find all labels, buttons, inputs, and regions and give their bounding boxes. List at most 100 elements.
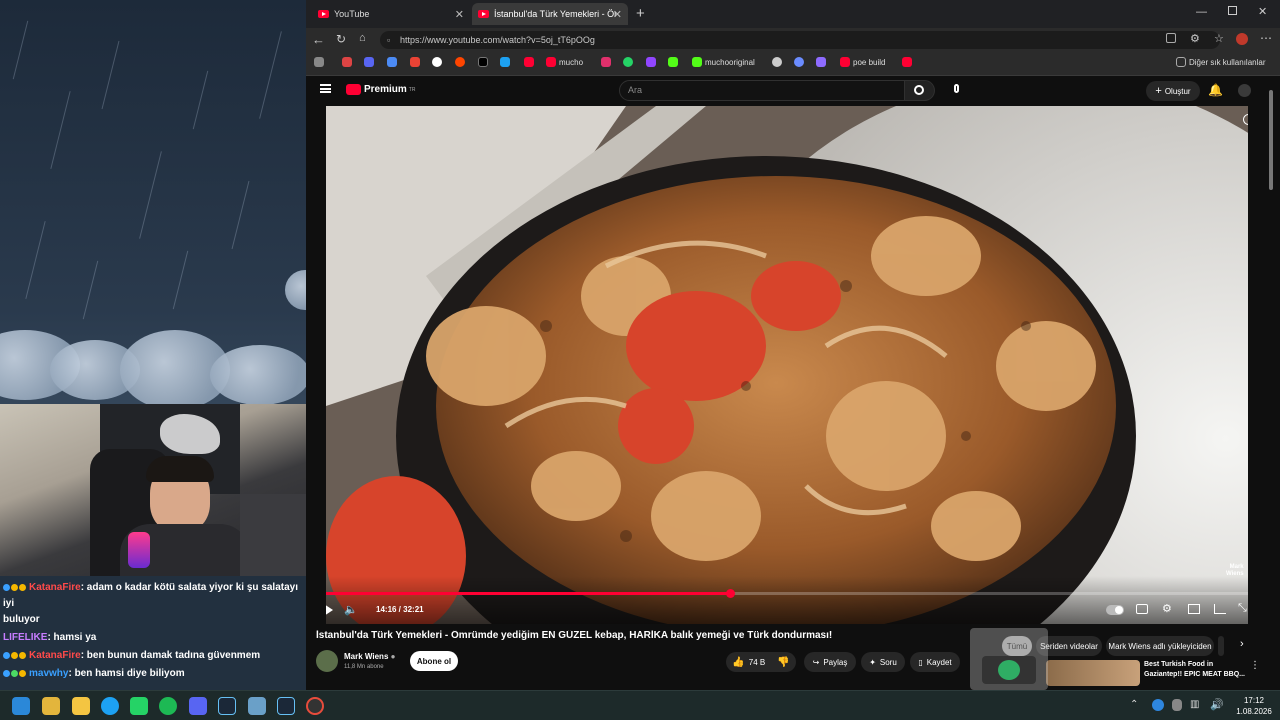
reload-icon[interactable]: ↻ [336, 32, 346, 46]
obs-icon[interactable] [306, 697, 324, 715]
edge-icon[interactable] [101, 697, 119, 715]
extensions-icon[interactable] [1166, 33, 1176, 43]
bookmark-label: muchooriginal [705, 57, 755, 67]
like-icon[interactable]: 👍 [732, 657, 744, 668]
bookmark-icon[interactable] [387, 57, 397, 67]
back-icon[interactable]: ← [312, 32, 325, 47]
google-icon[interactable] [432, 57, 442, 67]
youtube-icon [478, 10, 489, 18]
bookmark-icon[interactable] [342, 57, 352, 67]
start-icon[interactable] [12, 697, 30, 715]
video-info: İstanbul'da Türk Yemekleri - Ömrümde yed… [306, 626, 1280, 690]
steam-icon[interactable] [277, 697, 295, 715]
video-player[interactable]: i Mark Wiens 🔈 14:16 / 32:21 ⚙ ⤡ [326, 106, 1248, 624]
calendar-app-icon[interactable] [42, 697, 60, 715]
menu-icon[interactable] [320, 84, 331, 93]
search-button[interactable] [905, 80, 935, 101]
tab-title: İstanbul'da Türk Yemekleri - Ömrü [494, 9, 616, 19]
close-tab-icon[interactable]: ✕ [455, 8, 464, 21]
ask-button[interactable]: ✦ Soru [861, 652, 905, 672]
avatar[interactable] [1238, 84, 1251, 97]
x-icon[interactable] [478, 57, 488, 67]
tab-youtube[interactable]: YouTube ✕ [312, 3, 470, 25]
profile-icon[interactable] [1236, 33, 1248, 45]
spotify-icon[interactable] [159, 697, 177, 715]
steam-icon[interactable] [218, 697, 236, 715]
discord-icon[interactable] [189, 697, 207, 715]
tray-chevron-up-icon[interactable]: ⌃ [1130, 699, 1138, 710]
tray-app-icon[interactable] [1152, 699, 1164, 711]
network-icon[interactable]: ▥ [1190, 699, 1199, 710]
home-icon[interactable]: ⌂ [359, 32, 366, 44]
miniplayer-icon[interactable] [1188, 604, 1200, 614]
maximize-icon[interactable] [1228, 6, 1237, 15]
notifications-icon[interactable]: 🔔 [1208, 83, 1223, 97]
bookmark-icon[interactable] [314, 57, 324, 67]
whatsapp-icon[interactable] [130, 697, 148, 715]
scrollbar-thumb[interactable] [1269, 90, 1273, 190]
bookmark-icon[interactable] [500, 57, 510, 67]
collections-icon[interactable]: ⚙ [1190, 32, 1200, 45]
close-window-icon[interactable]: ✕ [1258, 5, 1267, 18]
bookmark-icon[interactable] [794, 57, 804, 67]
discord-icon[interactable] [364, 57, 374, 67]
subtitles-icon[interactable] [1136, 604, 1148, 614]
subscribe-button[interactable]: Abone ol [410, 651, 458, 671]
fullscreen-icon[interactable]: ⤡ [1238, 602, 1247, 615]
youtube-icon[interactable] [902, 57, 912, 67]
like-count[interactable]: 74 B [749, 658, 765, 667]
minimize-icon[interactable]: — [1196, 6, 1207, 18]
search-input[interactable]: Ara [619, 80, 905, 101]
volume-icon[interactable]: 🔈 [344, 603, 358, 616]
autoplay-toggle[interactable] [1106, 605, 1124, 615]
settings-icon[interactable]: ⚙ [1162, 602, 1172, 615]
info-icon[interactable]: i [1243, 114, 1248, 125]
bookmark-muchooriginal[interactable]: muchooriginal [692, 57, 755, 67]
dislike-icon[interactable]: 👎 [777, 657, 789, 668]
bookmark-mucho[interactable]: mucho [546, 57, 583, 67]
new-tab-icon[interactable]: + [636, 5, 645, 22]
video-title: İstanbul'da Türk Yemekleri - Ömrümde yed… [316, 630, 833, 641]
youtube-icon[interactable] [524, 57, 534, 67]
taskbar: ⌃ ▥ 🔊 17:12 1.08.2026 [0, 690, 1280, 720]
gmail-icon[interactable] [410, 57, 420, 67]
bookmark-poe-build[interactable]: poe build [840, 57, 885, 67]
progress-bar[interactable] [326, 592, 1248, 595]
bookmark-icon[interactable] [816, 57, 826, 67]
save-button[interactable]: ▯ Kaydet [910, 652, 960, 672]
create-button[interactable]: + Oluştur [1146, 81, 1200, 101]
other-bookmarks[interactable]: Diğer sık kullanılanlar [1176, 57, 1265, 67]
more-icon[interactable]: ⋯ [1260, 31, 1272, 45]
clock[interactable]: 17:12 1.08.2026 [1232, 695, 1276, 717]
recommended-thumbnail[interactable] [1046, 660, 1140, 686]
bookmark-icon[interactable] [668, 57, 678, 67]
whatsapp-icon[interactable] [623, 57, 633, 67]
instagram-icon[interactable] [601, 57, 611, 67]
favorites-icon[interactable]: ☆ [1214, 32, 1224, 45]
file-explorer-icon[interactable] [72, 697, 90, 715]
subscriber-count: 11,8 Mn abone [344, 664, 384, 670]
progress-scrubber[interactable] [725, 589, 735, 598]
channel-avatar[interactable] [316, 650, 338, 672]
channel-name[interactable]: Mark Wiens ● [344, 652, 395, 661]
close-tab-icon[interactable]: ✕ [613, 8, 622, 21]
tab-video[interactable]: İstanbul'da Türk Yemekleri - Ömrü ✕ [472, 3, 628, 25]
youtube-premium-logo[interactable]: Premium TR [346, 84, 415, 95]
play-icon[interactable] [326, 604, 333, 616]
youtube-icon [840, 57, 850, 67]
share-button[interactable]: ↪ Paylaş [804, 652, 856, 672]
volume-tray-icon[interactable]: 🔊 [1210, 698, 1224, 711]
microphone-tray-icon[interactable] [1172, 699, 1182, 711]
app-icon[interactable] [248, 697, 266, 715]
reddit-icon[interactable] [455, 57, 465, 67]
bookmark-icon[interactable] [772, 57, 782, 67]
filter-chip-uploader[interactable]: Mark Wiens adlı yükleyiciden [1106, 636, 1214, 656]
cast-icon[interactable] [1214, 604, 1226, 614]
voice-search-icon[interactable] [948, 81, 964, 101]
twitch-icon[interactable] [646, 57, 656, 67]
chevron-right-icon[interactable]: › [1240, 638, 1244, 650]
recommended-more-icon[interactable]: ⋮ [1250, 660, 1260, 671]
url-field[interactable]: ▫ https://www.youtube.com/watch?v=5oj_tT… [380, 31, 1220, 49]
youtube-icon [546, 57, 556, 67]
recommended-title[interactable]: Best Turkish Food in Gaziantep!! EPIC ME… [1144, 660, 1245, 680]
